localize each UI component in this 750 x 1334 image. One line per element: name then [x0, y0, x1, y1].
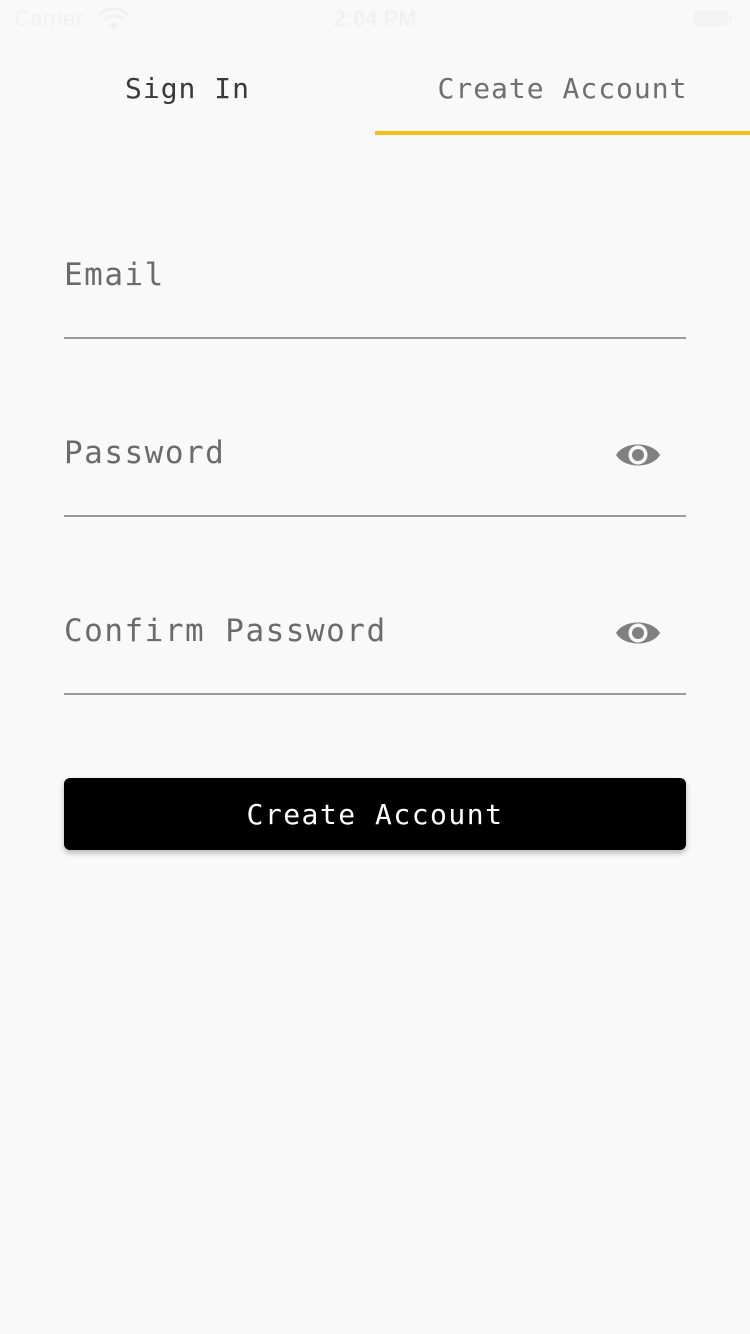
email-label: Email — [64, 257, 165, 293]
eye-icon[interactable] — [614, 613, 662, 653]
create-account-button[interactable]: Create Account — [64, 778, 686, 850]
password-field[interactable]: Password — [64, 415, 686, 517]
tab-create-account[interactable]: Create Account — [375, 40, 750, 136]
confirm-password-field[interactable]: Confirm Password — [64, 593, 686, 695]
password-label: Password — [64, 435, 226, 471]
status-bar: Carrier 2:04 PM — [0, 0, 750, 40]
auth-tabs: Sign In Create Account — [0, 40, 750, 136]
eye-icon[interactable] — [614, 435, 662, 475]
confirm-password-label: Confirm Password — [64, 613, 387, 649]
tab-selected-indicator — [375, 131, 750, 135]
email-field[interactable]: Email — [64, 237, 686, 339]
tab-sign-in[interactable]: Sign In — [0, 40, 375, 136]
battery-icon — [694, 10, 732, 28]
status-time: 2:04 PM — [333, 6, 417, 31]
